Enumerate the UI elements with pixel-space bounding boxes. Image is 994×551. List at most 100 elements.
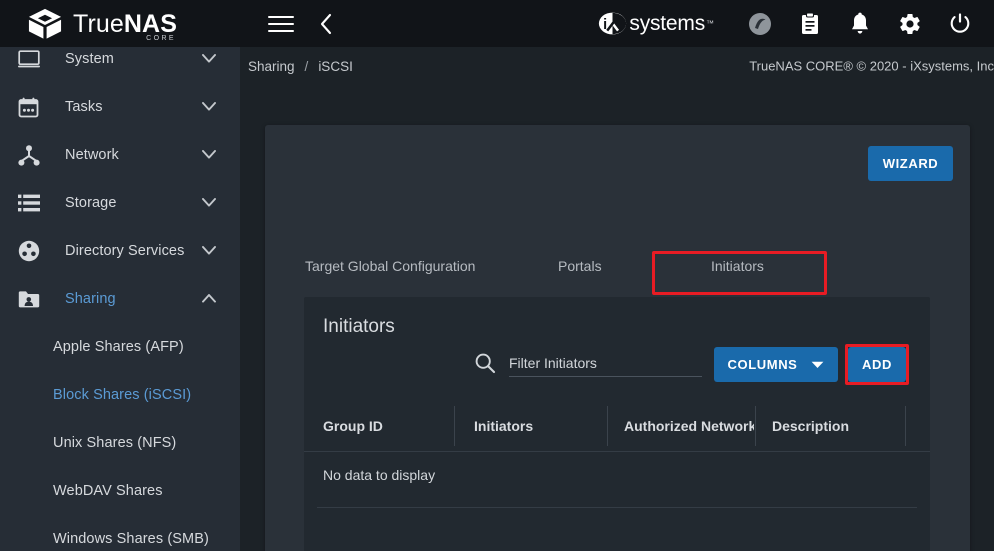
network-nodes-icon bbox=[18, 144, 48, 166]
svg-text:i: i bbox=[603, 17, 607, 33]
column-header-description[interactable]: Description bbox=[772, 418, 849, 434]
sidebar-item-system[interactable]: System bbox=[0, 47, 240, 83]
power-icon[interactable] bbox=[948, 12, 972, 36]
columns-button[interactable]: COLUMNS bbox=[714, 347, 838, 382]
ixsystems-wordmark: systems bbox=[629, 11, 705, 35]
sidebar-item-network[interactable]: Network bbox=[0, 131, 240, 179]
sidebar-item-label: Network bbox=[65, 147, 119, 163]
sidebar-subitem-label: Unix Shares (NFS) bbox=[53, 435, 177, 451]
breadcrumb: Sharing / iSCSI TrueNAS CORE® © 2020 - i… bbox=[240, 47, 994, 85]
table-card-title: Initiators bbox=[323, 316, 395, 337]
storage-list-icon bbox=[18, 194, 48, 212]
sidebar-subitem-block-shares[interactable]: Block Shares (iSCSI) bbox=[0, 371, 240, 419]
shared-folder-glyph bbox=[18, 290, 40, 307]
sidebar-item-storage[interactable]: Storage bbox=[0, 179, 240, 227]
column-divider[interactable] bbox=[905, 406, 906, 446]
column-header-initiators[interactable]: Initiators bbox=[474, 418, 533, 434]
chevron-left-glyph bbox=[320, 13, 332, 34]
search-input[interactable] bbox=[509, 349, 702, 377]
directory-services-icon bbox=[18, 240, 48, 262]
sidebar-subitem-windows-shares[interactable]: Windows Shares (SMB) bbox=[0, 515, 240, 551]
caret-glyph bbox=[202, 198, 216, 207]
tab-target-global-configuration[interactable]: Target Global Configuration bbox=[305, 258, 475, 274]
calendar-glyph bbox=[18, 97, 39, 117]
wizard-row: WIZARD bbox=[265, 125, 970, 195]
breadcrumb-current: iSCSI bbox=[318, 58, 353, 74]
tab-portals[interactable]: Portals bbox=[558, 258, 602, 274]
sidebar-item-label: Tasks bbox=[65, 99, 103, 115]
chevron-down-icon[interactable] bbox=[202, 98, 216, 116]
directory-glyph bbox=[18, 240, 40, 262]
brand-logo[interactable]: TrueNAS CORE bbox=[0, 0, 240, 47]
hamburger-menu-icon[interactable] bbox=[268, 11, 294, 37]
column-header-group-id[interactable]: Group ID bbox=[323, 418, 383, 434]
search-icon[interactable] bbox=[474, 352, 496, 374]
sidebar-item-label: System bbox=[65, 51, 114, 67]
sidebar-item-tasks[interactable]: Tasks bbox=[0, 83, 240, 131]
main-content: Sharing / iSCSI TrueNAS CORE® © 2020 - i… bbox=[240, 47, 994, 551]
shared-folder-icon bbox=[18, 290, 48, 309]
clipboard-tasks-icon[interactable] bbox=[798, 11, 822, 36]
sidebar-subitem-webdav-shares[interactable]: WebDAV Shares bbox=[0, 467, 240, 515]
table-body: No data to display bbox=[304, 452, 930, 508]
top-bar: TrueNAS CORE i systems ™ bbox=[0, 0, 994, 47]
clipboard-glyph bbox=[802, 11, 818, 34]
chevron-down-icon bbox=[811, 357, 824, 372]
caret-glyph bbox=[812, 361, 824, 368]
gear-glyph bbox=[900, 13, 920, 34]
sidebar-navigation: System Tasks Network Storage Directory S… bbox=[0, 47, 240, 551]
calendar-icon bbox=[18, 97, 48, 118]
column-divider[interactable] bbox=[454, 406, 455, 446]
chevron-down-icon[interactable] bbox=[202, 50, 216, 68]
row-divider bbox=[317, 507, 917, 508]
breadcrumb-separator: / bbox=[304, 58, 309, 74]
sidebar-subitem-label: WebDAV Shares bbox=[53, 483, 163, 499]
sidebar-subitem-label: Apple Shares (AFP) bbox=[53, 339, 184, 355]
power-glyph bbox=[950, 13, 970, 33]
truenas-app-window: TrueNAS CORE i systems ™ System Tasks Ne… bbox=[0, 0, 994, 551]
monitor-glyph bbox=[18, 50, 40, 68]
column-divider[interactable] bbox=[607, 406, 608, 446]
breadcrumb-list: Sharing / iSCSI bbox=[248, 59, 353, 74]
sidebar-item-label: Sharing bbox=[65, 291, 116, 307]
sidebar-subitem-apple-shares[interactable]: Apple Shares (AFP) bbox=[0, 323, 240, 371]
dashboard-jobs-icon[interactable] bbox=[748, 12, 772, 36]
chevron-left-icon[interactable] bbox=[316, 11, 336, 37]
chevron-down-icon[interactable] bbox=[202, 242, 216, 260]
network-glyph bbox=[18, 144, 40, 166]
chevron-up-icon[interactable] bbox=[202, 290, 216, 308]
sidebar-subitem-unix-shares[interactable]: Unix Shares (NFS) bbox=[0, 419, 240, 467]
chevron-down-icon[interactable] bbox=[202, 194, 216, 212]
trademark-symbol: ™ bbox=[706, 19, 714, 28]
caret-glyph bbox=[202, 294, 216, 303]
caret-glyph bbox=[202, 150, 216, 159]
column-header-authorized-networks[interactable]: Authorized Networks bbox=[624, 418, 754, 434]
truenas-cube-logo bbox=[28, 8, 62, 39]
chevron-down-icon[interactable] bbox=[202, 146, 216, 164]
storage-glyph bbox=[18, 194, 40, 212]
tab-initiators[interactable]: Initiators bbox=[711, 258, 764, 274]
sidebar-item-label: Directory Services bbox=[65, 243, 185, 259]
columns-button-label: COLUMNS bbox=[727, 357, 798, 372]
search-glyph bbox=[475, 353, 496, 374]
add-button[interactable]: ADD bbox=[848, 347, 906, 382]
settings-gear-icon[interactable] bbox=[898, 12, 922, 36]
sidebar-item-sharing[interactable]: Sharing bbox=[0, 275, 240, 323]
table-header-row: Group ID Initiators Authorized Networks … bbox=[304, 400, 930, 452]
notifications-bell-icon[interactable] bbox=[848, 12, 872, 36]
brand-name-light: True bbox=[73, 9, 124, 38]
caret-glyph bbox=[202, 246, 216, 255]
caret-glyph bbox=[202, 102, 216, 111]
breadcrumb-root[interactable]: Sharing bbox=[248, 59, 295, 74]
copyright-text: TrueNAS CORE® © 2020 - iXsystems, Inc bbox=[749, 58, 994, 74]
topbar-icon-group bbox=[748, 11, 994, 36]
empty-state-message: No data to display bbox=[323, 467, 436, 483]
sidebar-item-directory-services[interactable]: Directory Services bbox=[0, 227, 240, 275]
column-divider[interactable] bbox=[755, 406, 756, 446]
jobs-glyph bbox=[749, 12, 771, 35]
sidebar-subitem-label: Block Shares (iSCSI) bbox=[53, 387, 192, 403]
monitor-icon bbox=[18, 50, 48, 68]
wizard-button[interactable]: WIZARD bbox=[868, 146, 953, 181]
iscsi-panel: WIZARD Target Global Configuration Porta… bbox=[265, 125, 970, 551]
add-button-highlight: ADD bbox=[845, 344, 909, 385]
